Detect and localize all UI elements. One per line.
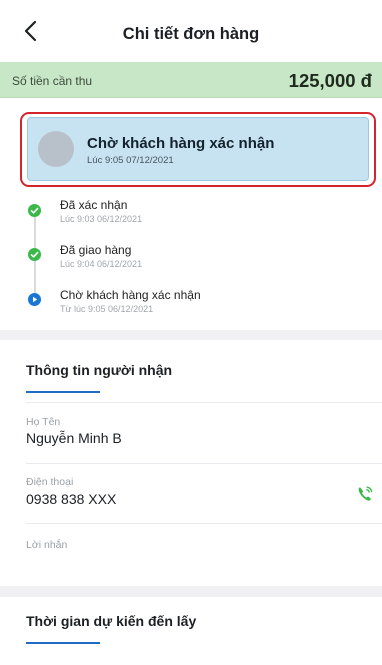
- timeline-item-time: Từ lúc 9:05 06/12/2021: [60, 304, 154, 314]
- name-value: Nguyễn Minh B: [26, 430, 122, 446]
- pickup-time-section: Thời gian dự kiến đến lấy: [0, 597, 382, 665]
- section-title: Thông tin người nhận: [26, 362, 173, 378]
- check-icon: [30, 207, 39, 214]
- page-title: Chi tiết đơn hàng: [122, 25, 260, 43]
- current-status-time: Lúc 9:05 07/12/2021: [87, 155, 174, 166]
- name-label: Họ Tên: [26, 416, 61, 428]
- order-status-section: Chờ khách hàng xác nhận Lúc 9:05 07/12/2…: [0, 98, 382, 330]
- current-status-title: Chờ khách hàng xác nhận: [87, 135, 275, 152]
- timeline-item-title: Chờ khách hàng xác nhận: [60, 288, 201, 302]
- current-status-card[interactable]: Chờ khách hàng xác nhận Lúc 9:05 07/12/2…: [27, 117, 369, 181]
- timeline-item-time: Lúc 9:03 06/12/2021: [60, 214, 143, 224]
- check-icon: [30, 251, 39, 258]
- phone-value: 0938 838 XXX: [26, 491, 117, 507]
- divider: [26, 463, 382, 464]
- section-title: Thời gian dự kiến đến lấy: [26, 613, 197, 629]
- timeline-item-title: Đã giao hàng: [60, 243, 132, 257]
- divider: [26, 523, 382, 524]
- avatar: [38, 131, 74, 167]
- section-underline: [26, 391, 100, 393]
- phone-label: Điện thoại: [26, 476, 74, 488]
- section-underline: [26, 642, 100, 644]
- call-button[interactable]: [355, 484, 375, 504]
- message-label: Lời nhắn: [26, 539, 68, 551]
- amount-to-collect-bar: Số tiền cần thu 125,000 đ: [0, 62, 382, 98]
- recipient-info-section: Thông tin người nhận Họ Tên Nguyễn Minh …: [0, 340, 382, 586]
- divider: [26, 402, 382, 403]
- play-icon: [33, 296, 38, 303]
- top-app-bar: Chi tiết đơn hàng: [0, 0, 382, 62]
- timeline-item-title: Đã xác nhận: [60, 198, 128, 212]
- timeline-current-icon: [28, 293, 41, 306]
- amount-value: 125,000 đ: [288, 70, 372, 91]
- timeline-done-icon: [28, 248, 41, 261]
- phone-ringing-icon: [358, 486, 373, 501]
- amount-label: Số tiền cần thu: [12, 74, 93, 88]
- timeline-item-time: Lúc 9:04 06/12/2021: [60, 259, 143, 269]
- timeline-done-icon: [28, 204, 41, 217]
